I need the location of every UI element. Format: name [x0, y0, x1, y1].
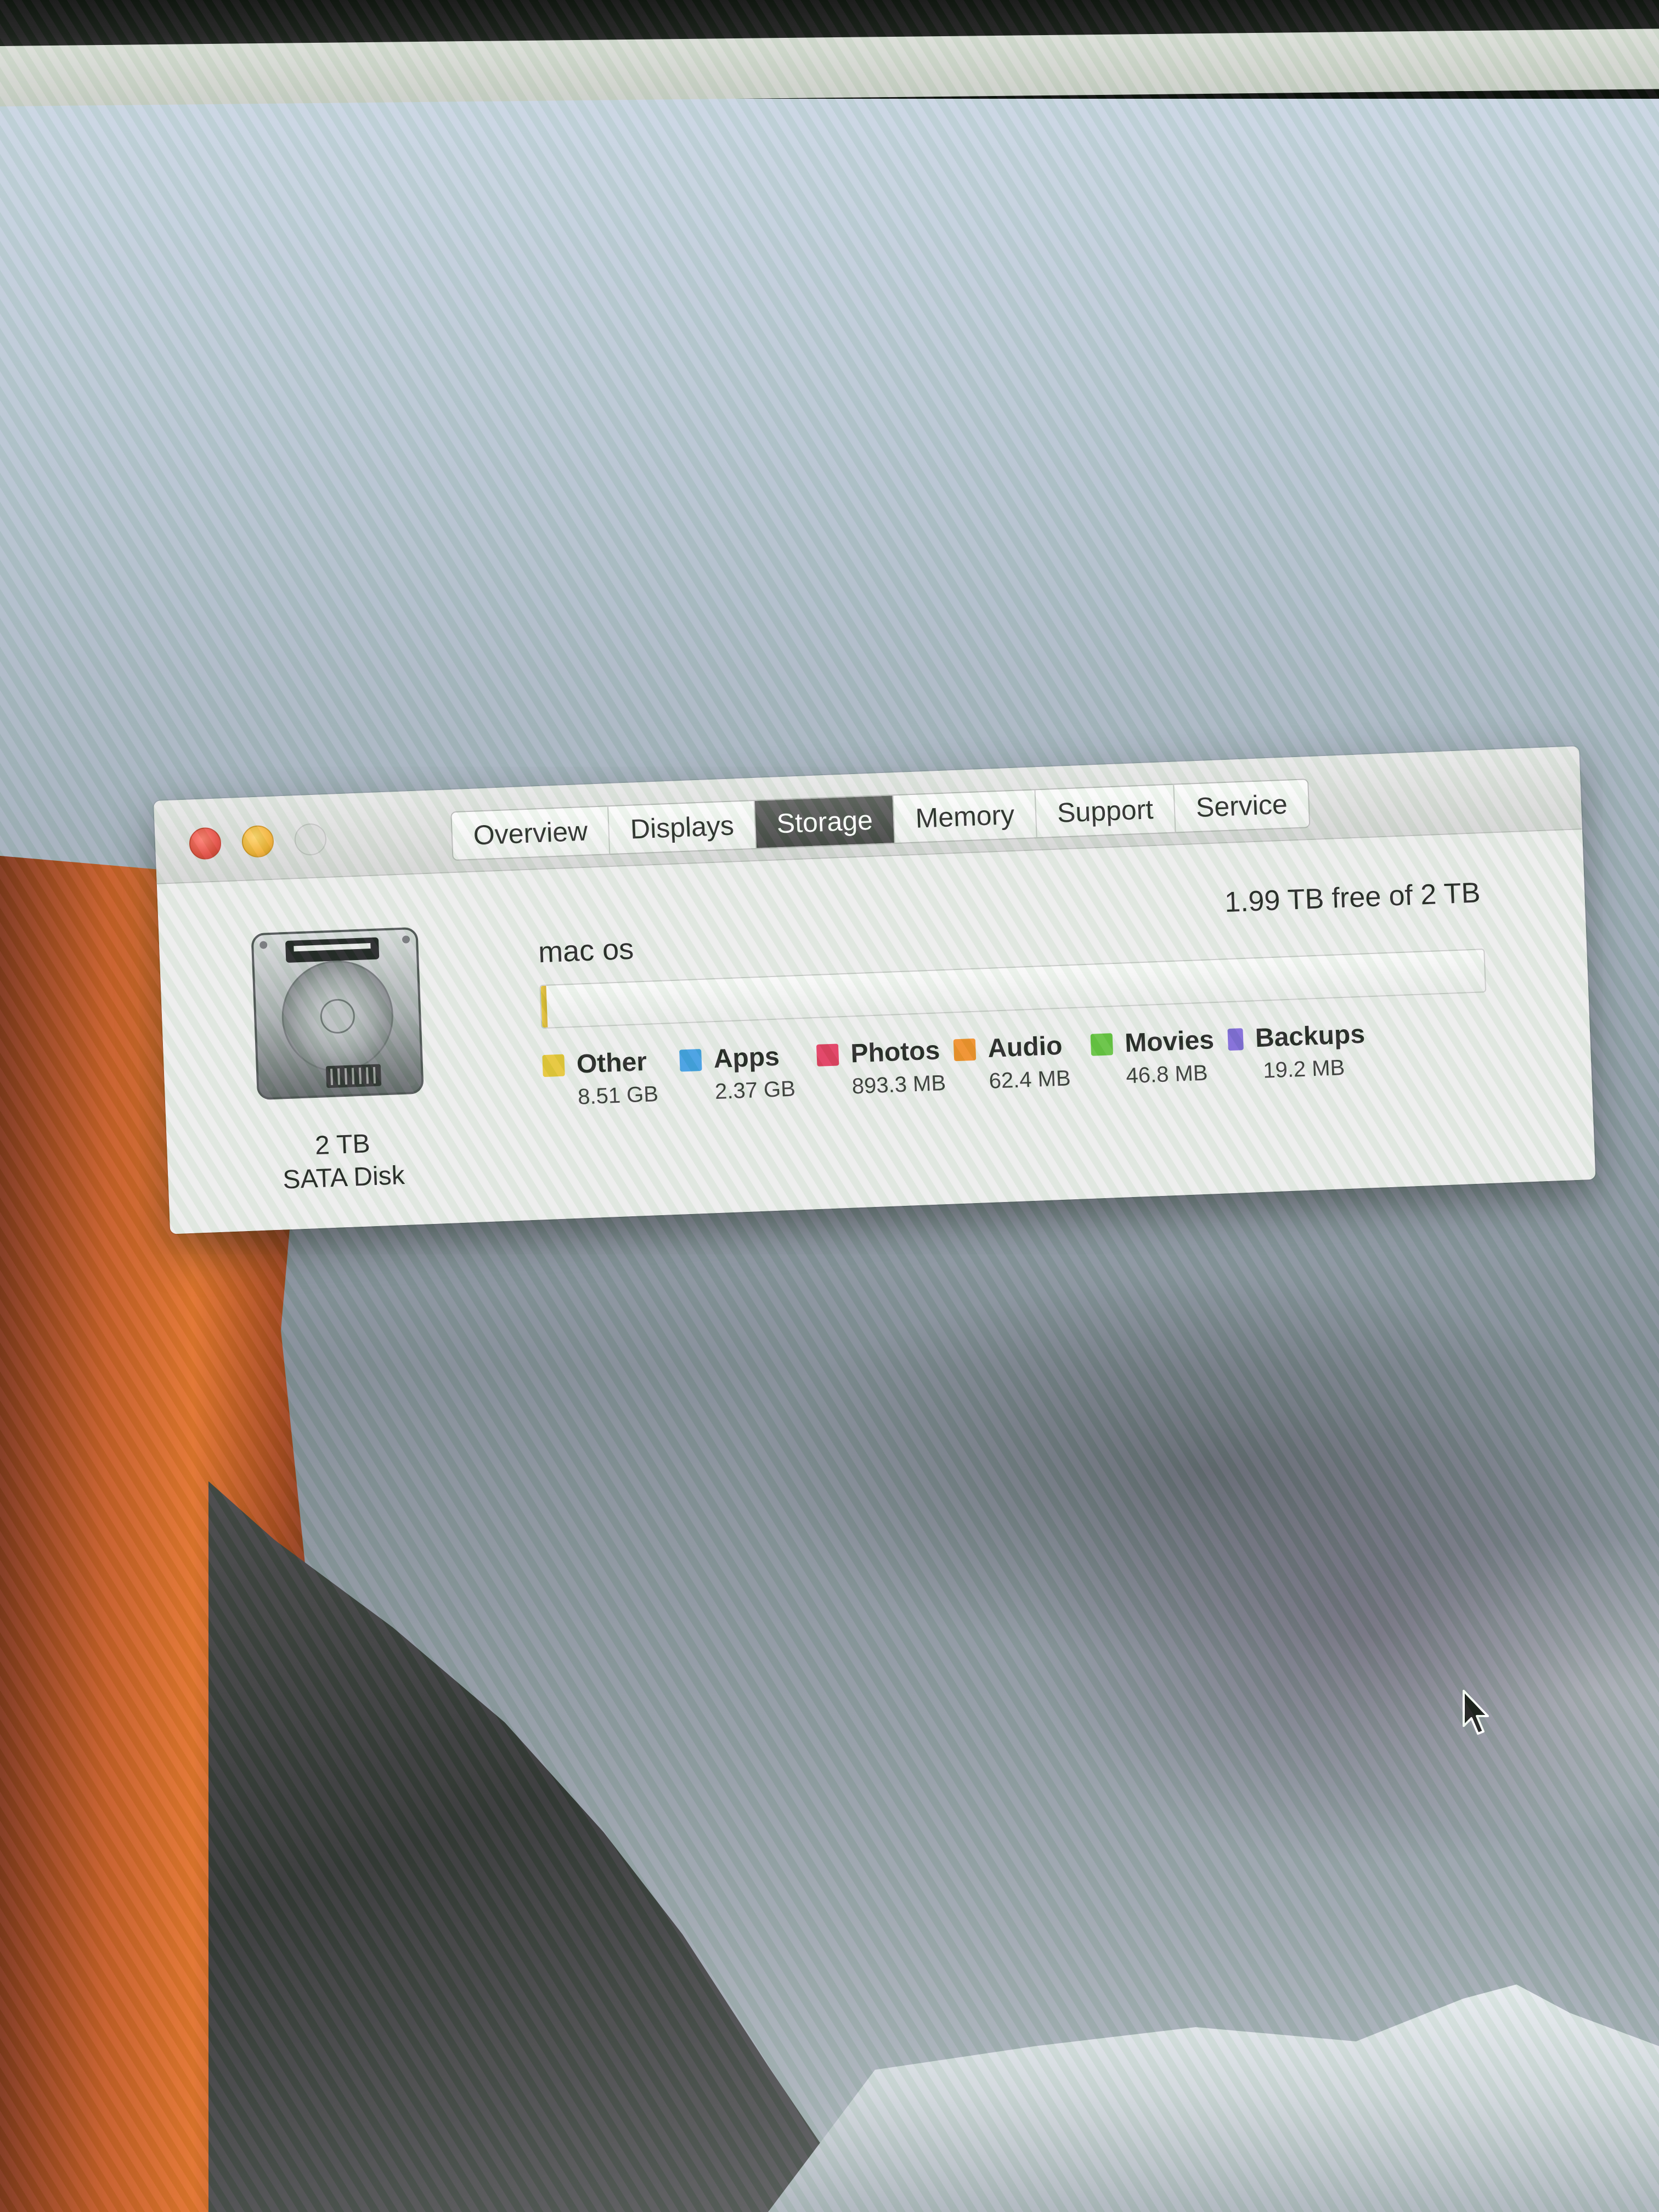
legend-label: Apps [713, 1042, 780, 1074]
swatch-backups [1227, 1028, 1244, 1051]
tab-service[interactable]: Service [1174, 780, 1309, 832]
tab-storage[interactable]: Storage [755, 795, 896, 848]
legend-item-other: Other 8.51 GB [542, 1046, 681, 1111]
legend-item-photos: Photos 893.3 MB [816, 1035, 956, 1101]
mouse-pointer-icon [1463, 1690, 1489, 1735]
legend-label: Movies [1124, 1025, 1215, 1058]
disk-size-label: 2 TB [314, 1129, 371, 1161]
legend-item-audio: Audio 62.4 MB [953, 1030, 1092, 1096]
swatch-photos [816, 1043, 839, 1066]
legend-label: Audio [987, 1031, 1063, 1063]
legend-size: 46.8 MB [1125, 1060, 1209, 1088]
about-this-mac-window: Overview Displays Storage Memory Support… [154, 746, 1596, 1234]
legend-label: Photos [850, 1036, 941, 1069]
swatch-other [542, 1054, 565, 1077]
legend-item-apps: Apps 2.37 GB [679, 1040, 819, 1106]
legend-size: 8.51 GB [577, 1082, 659, 1109]
legend-item-movies: Movies 46.8 MB [1090, 1024, 1229, 1090]
hard-disk-icon [251, 927, 424, 1100]
legend-size: 62.4 MB [988, 1066, 1071, 1093]
tab-displays[interactable]: Displays [608, 800, 757, 854]
legend-size: 19.2 MB [1262, 1056, 1346, 1083]
legend-label: Backups [1254, 1019, 1365, 1053]
minimize-button[interactable] [241, 825, 275, 858]
swatch-apps [679, 1048, 702, 1072]
screen: Overview Displays Storage Memory Support… [0, 0, 1659, 2212]
swatch-audio [953, 1038, 977, 1061]
disk-type-label: SATA Disk [282, 1160, 405, 1195]
close-button[interactable] [188, 827, 222, 860]
legend-label: Other [575, 1047, 647, 1079]
free-space-label: 1.99 TB free of 2 TB [1224, 877, 1481, 919]
swatch-movies [1090, 1032, 1114, 1056]
storage-usage-fill [540, 985, 548, 1028]
tab-support[interactable]: Support [1035, 785, 1176, 838]
tab-overview[interactable]: Overview [452, 806, 611, 860]
legend-item-backups: Backups 19.2 MB [1227, 1019, 1367, 1085]
volume-name: mac os [537, 932, 635, 969]
storage-panel: 2 TB SATA Disk mac os 1.99 TB free of 2 … [156, 830, 1596, 1234]
tab-memory[interactable]: Memory [894, 790, 1037, 843]
storage-usage-bar [539, 949, 1487, 1029]
legend-size: 893.3 MB [851, 1070, 946, 1099]
legend-size: 2.37 GB [714, 1076, 796, 1104]
storage-legend: Other 8.51 GB Apps 2.37 GB Photos 893.3 … [542, 1019, 1367, 1111]
zoom-button [294, 822, 327, 856]
